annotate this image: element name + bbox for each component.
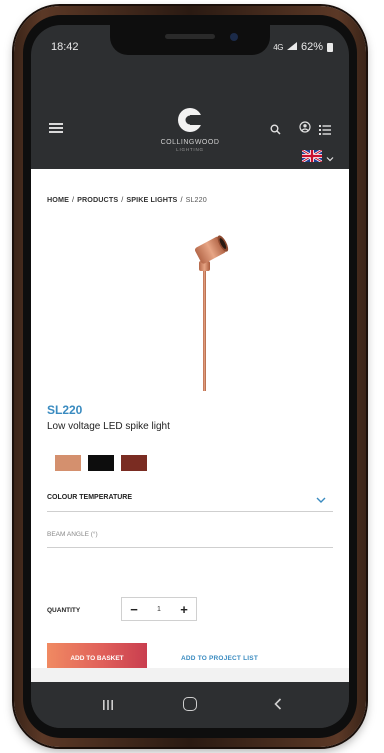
site-header: COLLINGWOOD LIGHTING (31, 59, 349, 169)
beam-angle-placeholder: BEAM ANGLE (°) (47, 531, 98, 538)
breadcrumb-separator: / (121, 195, 124, 204)
brand-subtitle: LIGHTING (176, 147, 204, 152)
home-icon[interactable] (183, 697, 197, 711)
quantity-label: QUANTITY (47, 607, 81, 614)
beam-angle-field[interactable]: BEAM ANGLE (°) (47, 525, 333, 548)
product-page: HOME / PRODUCTS / SPIKE LIGHTS / SL220 S… (31, 169, 349, 682)
add-to-project-list-link[interactable]: ADD TO PROJECT LIST (181, 655, 258, 662)
quantity-decrease-button[interactable]: − (122, 598, 146, 620)
breadcrumb-home[interactable]: HOME (47, 195, 69, 204)
phone-bezel: 18:42 4G 62% COLLINGWOOD LIGHTING HOME /… (23, 15, 357, 738)
quantity-increase-button[interactable]: + (172, 598, 196, 620)
brand-logo[interactable]: COLLINGWOOD LIGHTING (150, 107, 230, 152)
hamburger-menu-icon[interactable] (49, 123, 63, 133)
battery-percent: 62% (300, 41, 323, 53)
breadcrumb-spike-lights[interactable]: SPIKE LIGHTS (126, 195, 177, 204)
product-description: Low voltage LED spike light (47, 421, 170, 432)
page-footer-strip (31, 668, 349, 682)
product-code: SL220 (47, 403, 83, 417)
front-camera (230, 33, 238, 41)
project-list-icon[interactable] (319, 122, 331, 135)
quantity-stepper: − 1 + (121, 597, 197, 621)
status-time: 18:42 (51, 41, 79, 53)
quantity-input[interactable]: 1 (146, 598, 172, 620)
breadcrumb-separator: / (71, 195, 75, 204)
colour-temperature-select[interactable]: COLOUR TEMPERATURE (47, 489, 333, 512)
breadcrumb: HOME / PRODUCTS / SPIKE LIGHTS / SL220 (47, 195, 207, 204)
network-indicator: 4G (273, 42, 283, 52)
signal-icon (286, 41, 297, 53)
chevron-down-icon[interactable] (315, 492, 327, 503)
breadcrumb-current: SL220 (185, 195, 207, 204)
breadcrumb-separator: / (180, 195, 183, 204)
speaker-grille (165, 34, 215, 39)
language-chevron-down-icon[interactable] (326, 150, 334, 162)
swatch-copper[interactable] (55, 455, 81, 471)
status-indicators: 4G 62% (273, 41, 333, 53)
search-icon[interactable] (270, 122, 281, 135)
uk-flag-icon[interactable] (301, 148, 323, 164)
breadcrumb-products[interactable]: PRODUCTS (77, 195, 118, 204)
battery-icon (327, 42, 333, 52)
phone-frame: 18:42 4G 62% COLLINGWOOD LIGHTING HOME /… (14, 6, 366, 747)
colour-temperature-label: COLOUR TEMPERATURE (47, 494, 133, 501)
finish-swatches (55, 455, 147, 471)
swatch-dark-brown[interactable] (121, 455, 147, 471)
brand-name: COLLINGWOOD (160, 139, 220, 146)
back-icon[interactable] (273, 697, 283, 711)
logo-mark-icon (177, 107, 203, 133)
recent-apps-icon[interactable] (101, 698, 115, 710)
swatch-black[interactable] (88, 455, 114, 471)
account-icon[interactable] (299, 120, 311, 133)
product-image[interactable] (169, 231, 239, 391)
android-nav-bar (31, 682, 349, 728)
camera-notch (110, 25, 270, 55)
phone-screen: 18:42 4G 62% COLLINGWOOD LIGHTING HOME /… (31, 25, 349, 728)
